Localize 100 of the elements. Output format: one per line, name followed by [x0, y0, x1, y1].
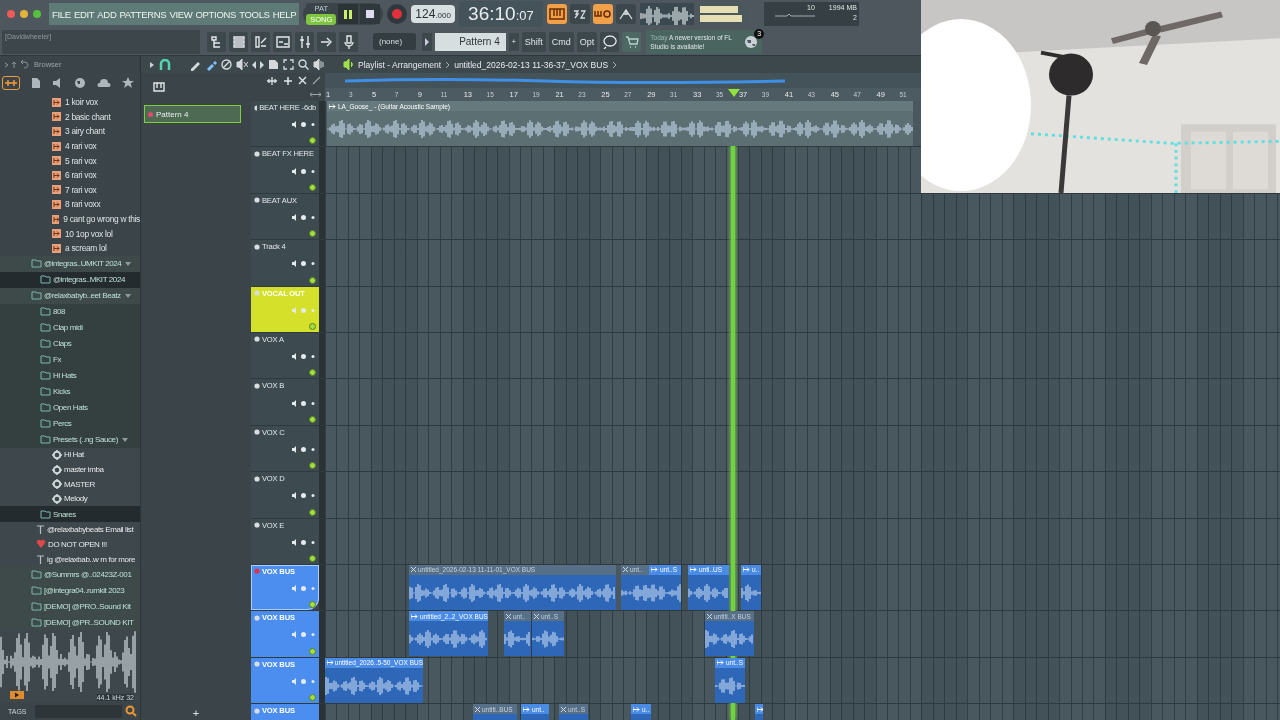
tree-item[interactable]: [DEMO] @PRO..Sound Kit	[0, 598, 140, 615]
track-controls-icon[interactable]	[292, 213, 316, 221]
mute-icon[interactable]	[236, 59, 248, 70]
magnet-icon[interactable]	[159, 58, 171, 71]
browser-tree-icon[interactable]	[207, 31, 226, 52]
brush-icon[interactable]	[205, 58, 217, 71]
track-active-icon[interactable]	[309, 462, 316, 470]
microphone-icon[interactable]	[339, 31, 358, 52]
piano-roll-icon[interactable]	[251, 31, 270, 52]
zoom-button[interactable]	[33, 10, 41, 18]
pattern-dropdown[interactable]: (none)	[373, 33, 417, 50]
track-active-icon[interactable]	[309, 554, 316, 562]
menu-arrow-icon[interactable]	[149, 60, 155, 69]
track-active-icon[interactable]	[309, 508, 316, 516]
track-active-icon[interactable]	[309, 601, 316, 609]
tempo-display[interactable]: 124.000	[411, 5, 455, 23]
tree-item[interactable]: [DEMO] @PR..SOUND KIT	[0, 614, 140, 630]
track-controls-icon[interactable]	[292, 538, 316, 546]
track-controls-icon[interactable]	[292, 167, 316, 175]
all-files-icon[interactable]	[2, 75, 20, 90]
piano-icon[interactable]	[546, 4, 567, 24]
cloud-icon[interactable]	[97, 78, 112, 87]
playlist-speaker-icon[interactable]	[343, 59, 354, 70]
track-controls-icon[interactable]	[292, 353, 316, 361]
track-controls-icon[interactable]	[292, 399, 316, 407]
tree-item[interactable]: Snares	[0, 506, 140, 523]
record-button[interactable]	[387, 4, 408, 24]
menu-item[interactable]: EDIT	[73, 8, 95, 20]
pause-button[interactable]	[338, 4, 359, 24]
sample-item[interactable]: 9 cant go wrong w this	[63, 214, 140, 225]
sample-item[interactable]: 4 rari vox	[65, 141, 97, 152]
sample-item[interactable]: 1 koir vox	[65, 97, 98, 108]
sample-item[interactable]: 7 rari vox	[65, 184, 97, 195]
plus-icon[interactable]	[283, 75, 293, 86]
menu-item[interactable]: FILE	[52, 8, 71, 20]
modifier-key[interactable]: Opt	[576, 31, 598, 52]
tree-item[interactable]: @relaxbabybeats Email list	[0, 522, 140, 537]
tree-item[interactable]: @Summrs @..02423Z-001	[0, 566, 140, 583]
piano-icon[interactable]	[153, 82, 165, 92]
track-controls-icon[interactable]	[292, 445, 316, 453]
metronome-icon[interactable]	[615, 4, 636, 24]
track-active-icon[interactable]	[309, 322, 316, 330]
sample-item[interactable]: 10 1op vox lol	[65, 228, 113, 239]
typing-keyboard-icon[interactable]	[569, 4, 590, 24]
select-icon[interactable]	[283, 59, 294, 70]
breadcrumb-item[interactable]: untitled_2026-02-13 11-36-37_VOX BUS	[454, 59, 609, 70]
sample-item[interactable]: 5 rari vox	[65, 155, 97, 166]
menu-item[interactable]: VIEW	[169, 8, 193, 20]
resize-icon[interactable]	[310, 89, 321, 99]
sample-item[interactable]: 2 basic chant	[65, 111, 111, 122]
loop-icon[interactable]	[592, 4, 613, 24]
channel-rack-icon[interactable]	[229, 31, 248, 52]
track-active-icon[interactable]	[309, 415, 316, 423]
speaker-icon[interactable]	[313, 59, 325, 70]
close-icon[interactable]	[298, 76, 307, 85]
delete-icon[interactable]	[221, 59, 232, 70]
track-active-icon[interactable]	[309, 369, 316, 377]
track-controls-icon[interactable]	[292, 631, 316, 639]
track-controls-icon[interactable]	[292, 260, 316, 268]
modifier-key[interactable]: Shift	[521, 31, 546, 52]
track-controls-icon[interactable]	[292, 677, 316, 685]
tree-item[interactable]: [@integra04..rumkit 2023	[0, 582, 140, 599]
menu-item[interactable]: HELP	[272, 8, 297, 20]
slip-icon[interactable]	[252, 59, 264, 70]
track-controls-icon[interactable]	[292, 492, 316, 500]
track-active-icon[interactable]	[309, 183, 316, 191]
line-icon[interactable]	[312, 76, 321, 85]
file-icon[interactable]	[30, 76, 41, 89]
minimize-button[interactable]	[20, 10, 28, 18]
pattern-selector[interactable]: Pattern 4	[435, 32, 506, 51]
track-active-icon[interactable]	[309, 694, 316, 702]
sample-item[interactable]: 8 rari voxx	[65, 199, 101, 210]
pattern-item[interactable]: Pattern 4	[144, 105, 241, 123]
add-pattern-button[interactable]: +	[508, 32, 519, 51]
globe-icon[interactable]	[74, 76, 87, 89]
track-active-icon[interactable]	[309, 276, 316, 284]
star-icon[interactable]	[122, 76, 134, 89]
search-icon[interactable]	[125, 705, 137, 717]
menu-item[interactable]: OPTIONS	[195, 8, 237, 20]
playlist-icon[interactable]	[273, 31, 292, 52]
tree-item[interactable]: master imba	[0, 462, 140, 477]
wave-icon[interactable]	[266, 75, 278, 86]
tree-item[interactable]: @integras..UMKIT 2024	[0, 255, 140, 272]
sample-item[interactable]: a scream lol	[65, 243, 107, 254]
add-pattern-button[interactable]: +	[192, 706, 200, 720]
mixer-icon[interactable]	[295, 31, 314, 52]
play-icon[interactable]	[10, 691, 24, 699]
modifier-key[interactable]: Cmd	[548, 31, 574, 52]
track-active-icon[interactable]	[309, 647, 316, 655]
track-controls-icon[interactable]	[292, 306, 316, 314]
track-controls-icon[interactable]	[292, 121, 316, 129]
track-active-icon[interactable]	[309, 137, 316, 145]
menu-item[interactable]: ADD	[97, 8, 117, 20]
menu-item[interactable]: TOOLS	[239, 8, 270, 20]
track-controls-icon[interactable]	[292, 585, 316, 593]
track-active-icon[interactable]	[309, 230, 316, 238]
sample-item[interactable]: 6 rari vox	[65, 170, 97, 181]
zoom-icon[interactable]	[298, 59, 309, 70]
nav-arrows-icon[interactable]	[4, 59, 30, 70]
slice-icon[interactable]	[268, 59, 279, 70]
